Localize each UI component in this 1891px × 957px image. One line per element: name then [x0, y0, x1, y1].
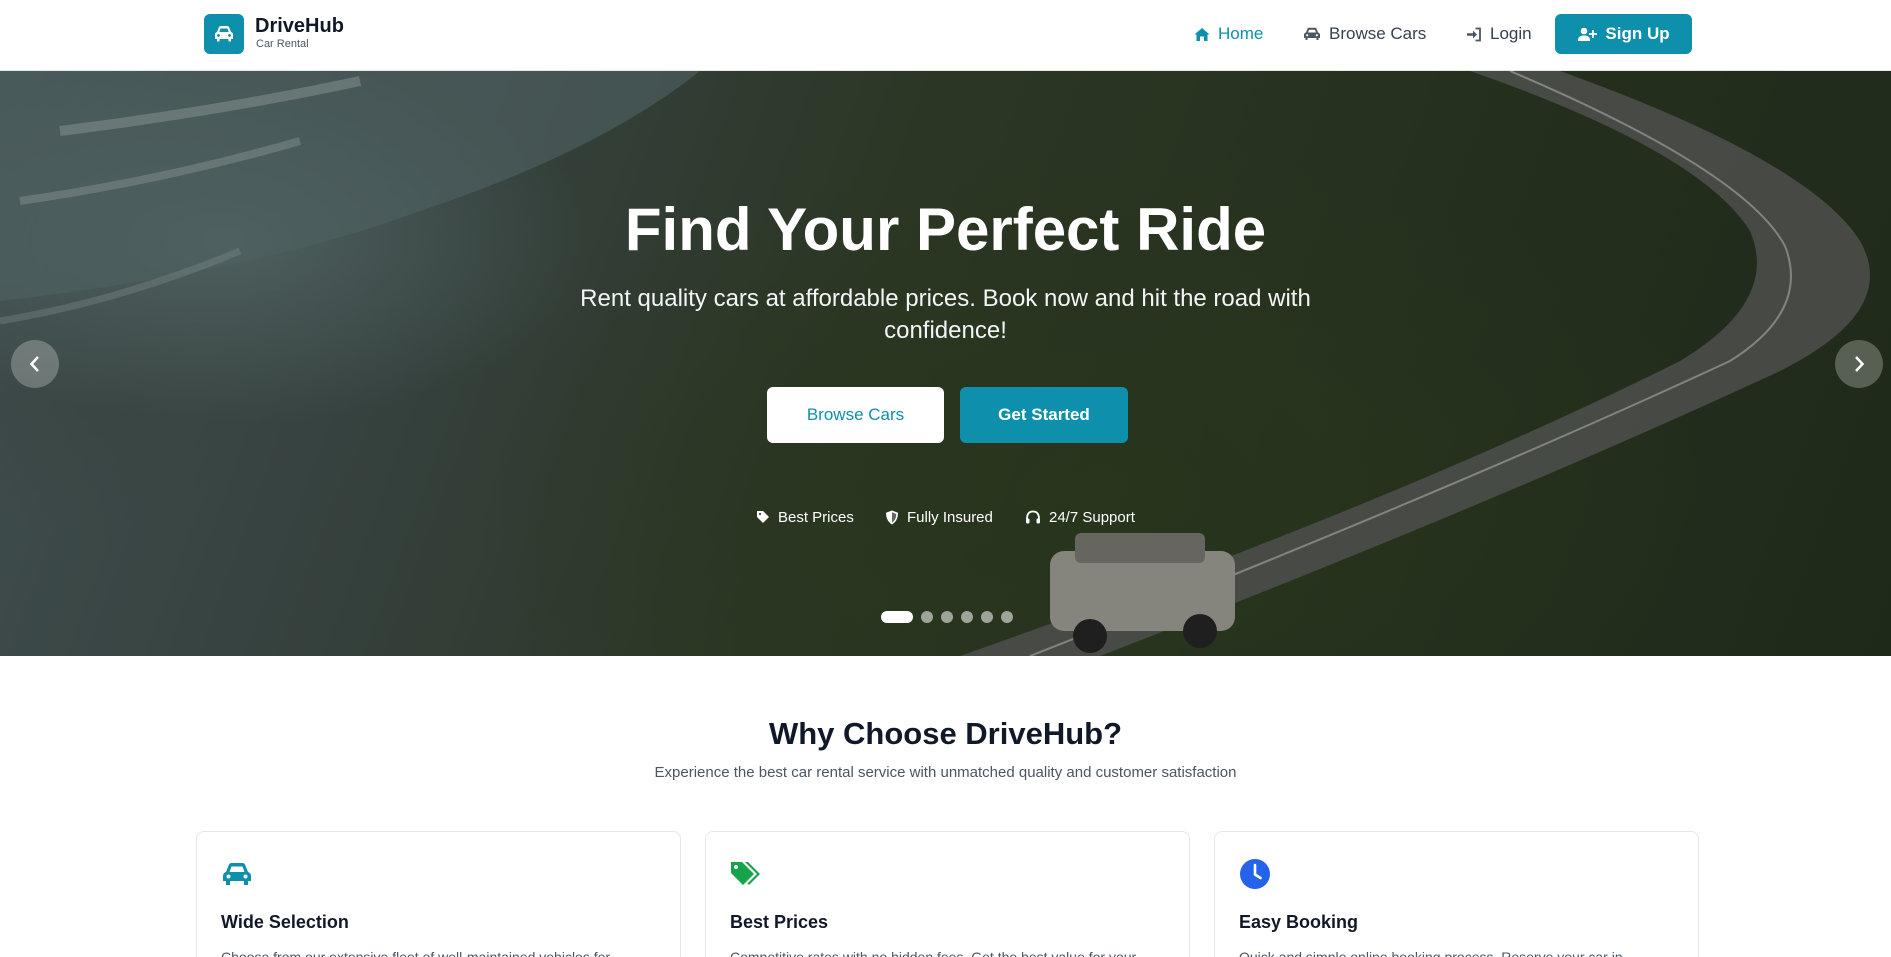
card-description: Quick and simple online booking process.…	[1239, 949, 1623, 957]
why-section-subtitle: Experience the best car rental service w…	[654, 764, 1237, 781]
hero-carousel: Find Your Perfect Ride Rent quality cars…	[0, 71, 1891, 656]
card-title: Wide Selection	[221, 912, 349, 932]
carousel-dot[interactable]	[881, 611, 913, 623]
brand-name[interactable]: DriveHub	[255, 15, 344, 38]
car-icon	[223, 863, 251, 885]
car-icon	[215, 26, 233, 42]
feature-card-easy-booking: Easy Booking Quick and simple online boo…	[1214, 831, 1699, 957]
tags-icon	[731, 862, 760, 885]
carousel-dot[interactable]	[981, 611, 993, 623]
car-icon	[1304, 27, 1320, 40]
logo[interactable]	[204, 14, 244, 54]
feature-card-best-prices: Best Prices Competitive rates with no hi…	[705, 831, 1190, 957]
shield-icon	[886, 510, 898, 524]
hero-title: Find Your Perfect Ride	[624, 196, 1267, 263]
card-description: Competitive rates with no hidden fees. G…	[730, 949, 1137, 957]
sign-in-icon	[1467, 27, 1481, 41]
feature-label: Best Prices	[778, 508, 854, 526]
feature-label: Fully Insured	[907, 508, 993, 526]
get-started-button[interactable]: Get Started	[960, 387, 1128, 443]
card-title: Best Prices	[730, 912, 829, 932]
carousel-prev-button[interactable]	[11, 340, 59, 388]
carousel-indicators	[881, 611, 1013, 623]
tag-icon	[757, 511, 769, 523]
chevron-right-icon	[1855, 356, 1865, 372]
feature-best-prices: Best Prices	[756, 507, 854, 527]
nav-login-label: Login	[1490, 24, 1532, 43]
feature-card-wide-selection: Wide Selection Choose from our extensive…	[196, 831, 681, 957]
hero-subtitle: Rent quality cars at affordable prices. …	[580, 285, 1311, 344]
why-section-title: Why Choose DriveHub?	[768, 716, 1123, 751]
nav-browse-cars[interactable]: Browse Cars	[1303, 22, 1426, 46]
card-title: Easy Booking	[1239, 912, 1359, 932]
site-header: DriveHub Car Rental Home Browse Cars Log…	[0, 0, 1891, 71]
feature-fully-insured: Fully Insured	[885, 507, 993, 527]
brand-tagline: Car Rental	[256, 38, 309, 50]
carousel-dot[interactable]	[961, 611, 973, 623]
nav-home[interactable]: Home	[1194, 22, 1263, 46]
nav-home-label: Home	[1218, 24, 1264, 43]
chevron-left-icon	[29, 356, 39, 372]
feature-label: 24/7 Support	[1049, 508, 1135, 526]
carousel-dot[interactable]	[1001, 611, 1013, 623]
carousel-dot[interactable]	[941, 611, 953, 623]
hero-overlay	[0, 71, 1891, 656]
sign-up-label: Sign Up	[1605, 24, 1670, 43]
carousel-next-button[interactable]	[1835, 340, 1883, 388]
browse-cars-button[interactable]: Browse Cars	[767, 387, 944, 443]
nav-browse-label: Browse Cars	[1329, 24, 1427, 43]
feature-support: 24/7 Support	[1025, 507, 1135, 527]
carousel-dot[interactable]	[921, 611, 933, 623]
home-icon	[1194, 27, 1210, 41]
card-description: Choose from our extensive fleet of well-…	[221, 949, 611, 957]
headset-icon	[1026, 510, 1040, 523]
nav-login[interactable]: Login	[1466, 22, 1532, 46]
clock-icon	[1240, 859, 1270, 889]
user-plus-icon	[1578, 27, 1598, 41]
sign-up-button[interactable]: Sign Up	[1555, 14, 1692, 54]
